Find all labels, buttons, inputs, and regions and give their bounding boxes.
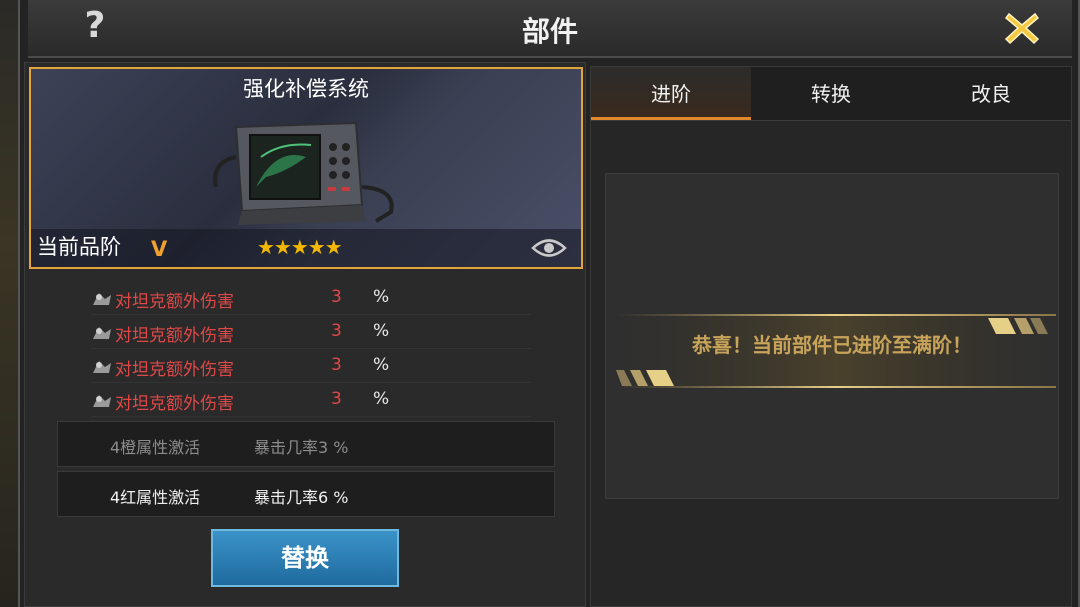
part-card: 强化补偿系统 当前品阶 V ★★★★★ (29, 67, 583, 269)
attribute-row: 对坦克额外伤害 3 % (91, 315, 531, 349)
grade-value: V (151, 237, 168, 261)
radar-attribute-icon (93, 361, 111, 373)
radar-device-image (213, 121, 394, 225)
set-bonus-orange: 4橙属性激活 暴击几率3 % (57, 421, 555, 467)
attribute-row: 对坦克额外伤害 3 % (91, 383, 531, 417)
attribute-value: 3 (331, 355, 342, 375)
attribute-row: 对坦克额外伤害 3 % (91, 281, 531, 315)
replace-button[interactable]: 替换 (211, 529, 399, 587)
attribute-name: 对坦克额外伤害 (115, 292, 234, 312)
attribute-row: 对坦克额外伤害 3 % (91, 349, 531, 383)
set-bonus-effect: 暴击几率6 % (254, 488, 349, 507)
part-info-panel: 强化补偿系统 当前品阶 V ★★★★★ 对坦克额外伤害 3 % 对坦克额外伤害 … (24, 62, 586, 607)
tab-bar: 进阶 转换 改良 (591, 67, 1071, 121)
dialog-title: 部件 (521, 15, 578, 48)
part-name: 强化补偿系统 (243, 77, 369, 101)
set-bonus-effect: 暴击几率3 % (254, 438, 349, 457)
attribute-unit: % (373, 389, 390, 409)
set-bonus-name: 4红属性激活 (110, 488, 201, 507)
advance-content: 恭喜！当前部件已进阶至满阶！ (605, 173, 1059, 499)
attribute-list: 对坦克额外伤害 3 % 对坦克额外伤害 3 % 对坦克额外伤害 3 % 对坦克额… (91, 281, 531, 417)
attribute-unit: % (373, 355, 390, 375)
set-bonus-name: 4橙属性激活 (110, 438, 201, 457)
radar-attribute-icon (93, 395, 111, 407)
attribute-unit: % (373, 287, 390, 307)
grade-label: 当前品阶 (37, 235, 121, 259)
radar-attribute-icon (93, 327, 111, 339)
attribute-unit: % (373, 321, 390, 341)
max-level-message: 恭喜！当前部件已进阶至满阶！ (692, 333, 972, 357)
close-button[interactable] (1002, 8, 1042, 48)
tab-advance[interactable]: 进阶 (591, 67, 751, 120)
set-bonus-red: 4红属性激活 暴击几率6 % (57, 471, 555, 517)
attribute-name: 对坦克额外伤害 (115, 326, 234, 346)
close-icon (1004, 12, 1040, 45)
upgrade-panel: 进阶 转换 改良 恭喜！当前部件已进阶至满阶！ (590, 66, 1072, 607)
attribute-value: 3 (331, 321, 342, 341)
attribute-value: 3 (331, 389, 342, 409)
preview-button[interactable] (531, 237, 567, 259)
eye-icon (531, 239, 567, 257)
title-bar: ? 部件 (28, 0, 1072, 58)
attribute-name: 对坦克额外伤害 (115, 360, 234, 380)
attribute-name: 对坦克额外伤害 (115, 394, 234, 414)
tab-convert[interactable]: 转换 (751, 67, 911, 120)
star-rating: ★★★★★ (257, 235, 343, 259)
radar-attribute-icon (93, 293, 111, 305)
tab-improve[interactable]: 改良 (911, 67, 1071, 120)
attribute-value: 3 (331, 287, 342, 307)
